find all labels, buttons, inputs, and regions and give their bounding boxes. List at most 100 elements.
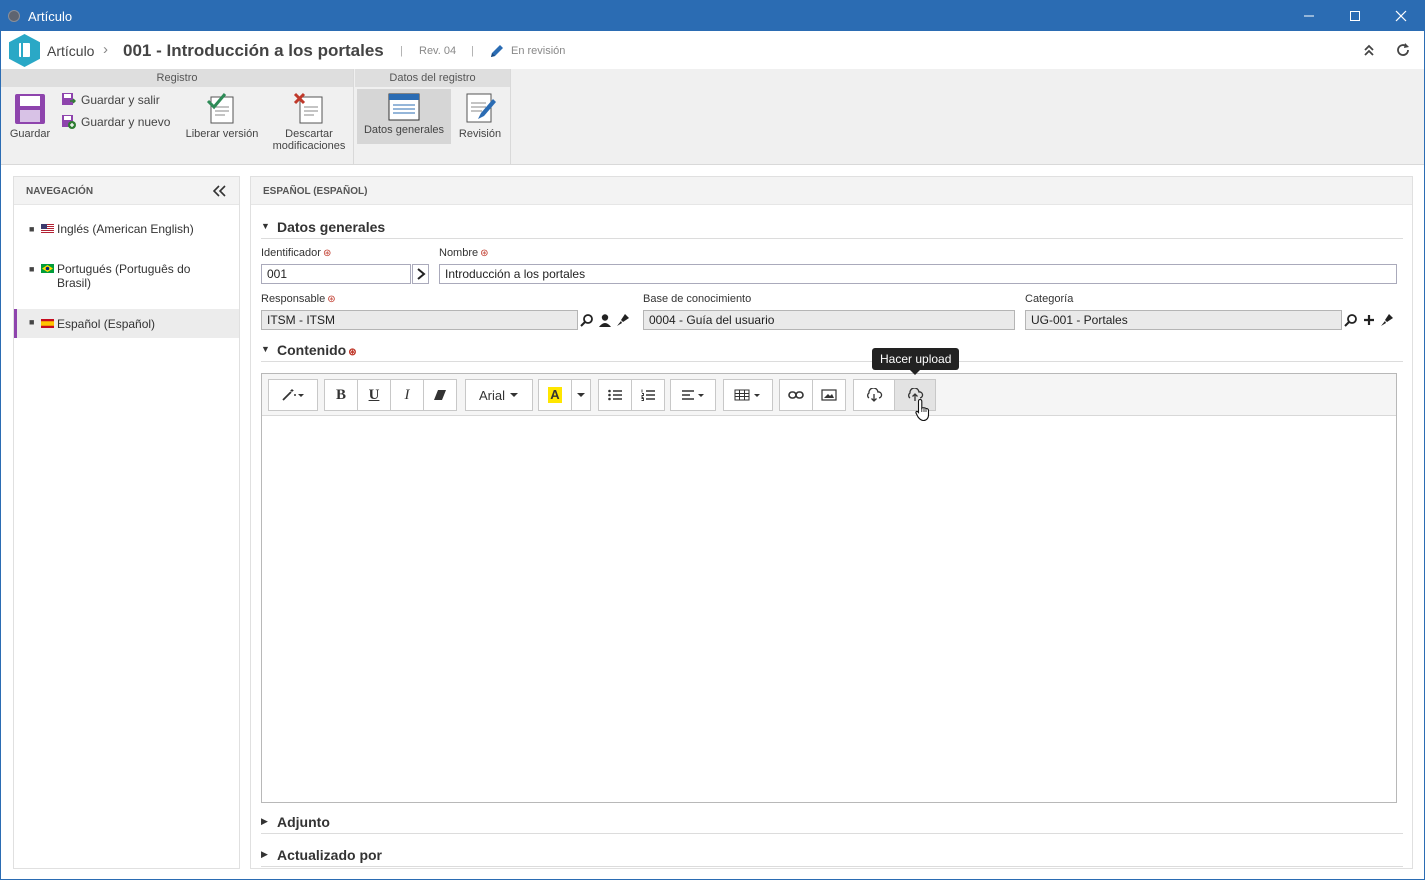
rich-text-editor: B U I Arial A xyxy=(261,373,1397,803)
bullet-list-button[interactable] xyxy=(598,379,632,411)
align-dropdown[interactable] xyxy=(670,379,716,411)
release-doc-icon xyxy=(206,93,234,124)
image-icon xyxy=(821,389,837,401)
caret-down-icon: ▼ xyxy=(261,221,270,231)
save-label: Guardar xyxy=(9,128,51,140)
title-bar: Artículo xyxy=(1,1,1424,31)
app-window: Artículo Artículo › 001 - Introducción a… xyxy=(0,0,1425,880)
status-badge: En revisión xyxy=(511,45,566,57)
nav-item-label: Español (Español) xyxy=(57,317,156,331)
magic-wand-icon xyxy=(282,389,304,401)
underline-button[interactable]: U xyxy=(357,379,391,411)
bold-button[interactable]: B xyxy=(324,379,358,411)
highlight-color-dropdown[interactable] xyxy=(571,379,591,411)
save-exit-icon xyxy=(62,93,76,105)
revision-label: Rev. 04 xyxy=(419,45,457,57)
main-header: ESPAÑOL (ESPAÑOL) xyxy=(251,177,1412,205)
highlight-color-button[interactable]: A xyxy=(538,379,572,411)
cloud-download-button[interactable] xyxy=(853,379,895,411)
editor-toolbar: B U I Arial A xyxy=(262,374,1396,416)
eraser-brush-icon[interactable] xyxy=(1378,310,1395,330)
maximize-button[interactable] xyxy=(1332,1,1378,31)
release-version-button[interactable]: Liberar versión xyxy=(181,91,263,140)
save-button[interactable]: Guardar xyxy=(7,93,53,140)
revision-doc-icon xyxy=(466,93,496,123)
section-title: Actualizado por xyxy=(277,847,383,863)
section-title: Contenido ⊛ xyxy=(277,342,357,358)
ribbon-group-title: Datos del registro xyxy=(355,69,510,87)
nav-item-label: Inglés (American English) xyxy=(57,222,194,236)
revision-button[interactable]: Revisión xyxy=(453,91,507,140)
clear-format-button[interactable] xyxy=(423,379,457,411)
caret-down-icon xyxy=(577,393,585,397)
category-field[interactable]: UG-001 - Portales xyxy=(1025,310,1342,330)
brazil-flag-icon xyxy=(41,264,54,273)
divider: | xyxy=(471,45,474,57)
general-data-button[interactable]: Datos generales xyxy=(357,89,451,144)
table-dropdown[interactable] xyxy=(723,379,773,411)
caret-down-icon xyxy=(510,393,518,397)
italic-button[interactable]: I xyxy=(390,379,424,411)
caret-right-icon: ▶ xyxy=(261,849,268,859)
floppy-icon xyxy=(15,94,45,124)
responsible-field[interactable]: ITSM - ITSM xyxy=(261,310,578,330)
section-content[interactable]: ▼ Contenido ⊛ xyxy=(261,340,1403,362)
insert-image-button[interactable] xyxy=(812,379,846,411)
collapse-panel-icon[interactable] xyxy=(212,185,226,200)
article-icon xyxy=(9,34,40,67)
font-name: Arial xyxy=(478,387,505,403)
eraser-icon xyxy=(434,390,446,400)
eraser-brush-icon[interactable] xyxy=(614,310,631,330)
knowledge-base-field: 0004 - Guía del usuario xyxy=(643,310,1015,330)
discard-doc-icon xyxy=(293,92,323,124)
nav-item-english[interactable]: ■ Inglés (American English) xyxy=(14,222,239,242)
discard-label-1: Descartar xyxy=(285,128,333,140)
record-header: Artículo › 001 - Introducción a los port… xyxy=(1,31,1424,69)
general-data-label: Datos generales xyxy=(363,124,445,136)
pencil-icon xyxy=(489,43,505,62)
responsible-label: Responsable ⊛ xyxy=(261,293,336,305)
close-button[interactable] xyxy=(1378,1,1424,31)
discard-changes-button[interactable]: Descartar modificaciones xyxy=(269,91,349,152)
insert-link-button[interactable] xyxy=(779,379,813,411)
search-icon[interactable] xyxy=(578,310,595,330)
divider: | xyxy=(400,45,403,57)
nav-item-portuguese[interactable]: ■ Portugués (Português do Brasil) xyxy=(14,262,239,294)
nav-item-label: Portugués (Português do Brasil) xyxy=(57,262,191,290)
navigation-panel: NAVEGACIÓN ■ Inglés (American English) ■… xyxy=(13,176,240,869)
upload-tooltip: Hacer upload xyxy=(872,348,960,375)
minimize-button[interactable] xyxy=(1286,1,1332,31)
ribbon-group-datos: Datos del registro Datos generales Revis… xyxy=(355,69,511,164)
section-general-data[interactable]: ▼ Datos generales xyxy=(261,217,1403,239)
caret-right-icon: ▶ xyxy=(261,816,268,826)
magic-wand-dropdown[interactable] xyxy=(268,379,318,411)
save-new-icon xyxy=(62,115,76,129)
font-family-dropdown[interactable]: Arial xyxy=(465,379,533,411)
chevron-right-icon[interactable] xyxy=(412,264,429,284)
section-updated-by[interactable]: ▶ Actualizado por xyxy=(261,845,1403,867)
identifier-field[interactable]: 001 xyxy=(261,264,411,284)
window-title: Artículo xyxy=(28,9,73,24)
breadcrumb-root[interactable]: Artículo xyxy=(47,43,94,59)
knowledge-base-label: Base de conocimiento xyxy=(643,293,752,305)
category-label: Categoría xyxy=(1025,293,1074,305)
numbered-list-icon xyxy=(641,389,655,401)
save-and-exit-button[interactable]: Guardar y salir xyxy=(61,92,160,107)
add-icon[interactable] xyxy=(1360,310,1377,330)
nav-item-spanish[interactable]: ■ Español (Español) xyxy=(14,309,239,338)
refresh-icon[interactable] xyxy=(1395,42,1411,61)
section-attachment[interactable]: ▶ Adjunto xyxy=(261,812,1403,834)
search-icon[interactable] xyxy=(1342,310,1359,330)
editor-content-area[interactable] xyxy=(262,416,1396,802)
numbered-list-button[interactable] xyxy=(631,379,665,411)
collapse-header-icon[interactable] xyxy=(1363,44,1375,59)
save-and-new-button[interactable]: Guardar y nuevo xyxy=(61,114,170,129)
section-title: Adjunto xyxy=(277,814,330,830)
name-field[interactable]: Introducción a los portales xyxy=(439,264,1397,284)
section-title: Datos generales xyxy=(277,219,386,235)
caret-down-icon: ▼ xyxy=(261,344,270,354)
identifier-label: Identificador ⊛ xyxy=(261,247,332,259)
highlight-a-icon: A xyxy=(548,387,562,403)
release-label: Liberar versión xyxy=(185,128,259,140)
user-icon[interactable] xyxy=(596,310,613,330)
